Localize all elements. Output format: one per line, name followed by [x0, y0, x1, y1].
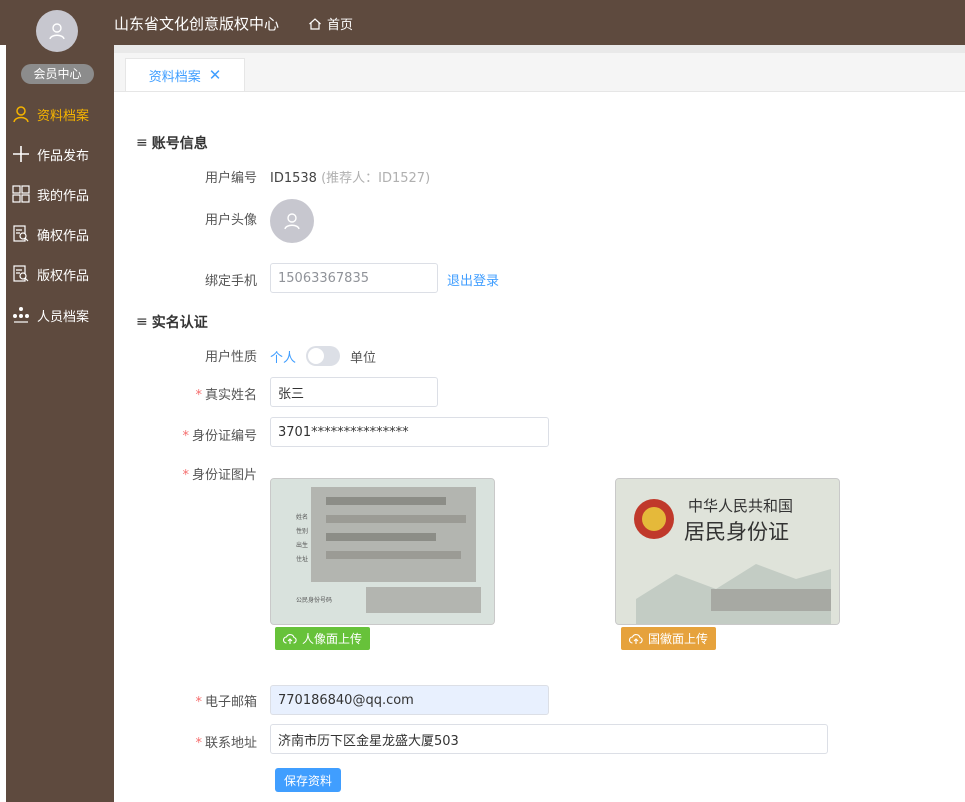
upload-back-button[interactable]: 国徽面上传 [621, 627, 717, 650]
section-account-title: ≡ 账号信息 [136, 135, 208, 152]
list-icon: ≡ [136, 314, 148, 330]
sidebar-item-personnel[interactable]: 人员档案 [12, 305, 89, 325]
avatar[interactable] [36, 10, 78, 52]
id-number-field[interactable]: 3701*************** [270, 417, 549, 447]
phone-label: 绑定手机 [204, 274, 257, 289]
card-back-subtitle: 居民身份证 [684, 520, 789, 544]
svg-text:住址: 住址 [296, 555, 308, 563]
org-chart-icon [13, 307, 29, 323]
sidebar-item-label: 版权作品 [37, 268, 90, 284]
svg-text:姓名: 姓名 [296, 513, 308, 521]
sidebar-item-copyright-works[interactable]: 版权作品 [12, 264, 89, 284]
user-type-toggle: 个人 单位 [270, 346, 376, 366]
sidebar-item-label: 资料档案 [37, 108, 90, 124]
email-label: * 电子邮箱 [195, 695, 257, 710]
type-company-option[interactable]: 单位 [350, 347, 376, 366]
referrer-text: (推荐人：ID1527) [321, 171, 431, 186]
plus-icon [13, 146, 29, 162]
avatar-label: 用户头像 [204, 213, 257, 228]
top-header: 山东省文化创意版权中心 首页 [0, 0, 965, 45]
svg-text:出生: 出生 [296, 541, 308, 549]
user-avatar-icon [49, 23, 65, 40]
address-label: * 联系地址 [195, 736, 257, 751]
id-card-front-image[interactable]: 姓名 性别 出生 住址 公民身份号码 [270, 478, 495, 625]
home-icon [309, 17, 321, 30]
user-avatar[interactable] [270, 199, 314, 243]
id-number-label: * 身份证编号 [182, 429, 257, 444]
svg-text:公民身份号码: 公民身份号码 [296, 596, 332, 604]
phone-field[interactable]: 15063367835 [270, 263, 438, 293]
sidebar-item-label: 作品发布 [37, 148, 90, 164]
sidebar-item-publish[interactable]: 作品发布 [12, 144, 89, 164]
svg-text:性别: 性别 [296, 527, 308, 535]
id-picture-label: * 身份证图片 [182, 468, 257, 483]
document-search-icon [13, 225, 29, 242]
sidebar: 会员中心 资料档案 作品发布 我的作品 确权作品 版权作品 人员档案 [6, 0, 114, 802]
type-personal-option[interactable]: 个人 [270, 347, 296, 366]
sidebar-item-confirmed-works[interactable]: 确权作品 [12, 224, 89, 244]
list-icon: ≡ [136, 135, 148, 151]
grid-icon [12, 185, 30, 203]
user-avatar-icon [284, 213, 300, 230]
real-name-field[interactable]: 张三 [270, 377, 438, 407]
home-label: 首页 [327, 18, 354, 33]
tab-label: 资料档案 [148, 69, 201, 85]
home-link[interactable]: 首页 [308, 14, 353, 33]
tab-bar: 资料档案 ✕ [114, 53, 965, 92]
sidebar-item-label: 确权作品 [37, 228, 90, 244]
address-field[interactable]: 济南市历下区金星龙盛大厦503 [270, 724, 828, 754]
profile-form: ≡ 账号信息 用户编号 ID1538 (推荐人：ID1527) 用户头像 绑定手… [114, 92, 965, 802]
logout-link[interactable]: 退出登录 [447, 270, 499, 289]
section-realname-title: ≡ 实名认证 [136, 314, 208, 331]
user-type-label: 用户性质 [204, 350, 257, 365]
tab-profile[interactable]: 资料档案 ✕ [125, 58, 245, 91]
id-card-back-image[interactable]: 中华人民共和国 居民身份证 [615, 478, 840, 625]
card-back-title: 中华人民共和国 [688, 498, 793, 515]
save-button[interactable]: 保存资料 [275, 768, 342, 792]
user-id-value: ID1538 (推荐人：ID1527) [270, 171, 431, 186]
email-field[interactable]: 770186840@qq.com [270, 685, 549, 715]
app-title: 山东省文化创意版权中心 [114, 15, 280, 33]
member-center-button[interactable]: 会员中心 [21, 64, 94, 84]
close-icon[interactable]: ✕ [209, 66, 222, 84]
upload-front-button[interactable]: 人像面上传 [275, 627, 371, 650]
sidebar-item-profile[interactable]: 资料档案 [12, 104, 89, 124]
user-id-label: 用户编号 [204, 171, 257, 186]
real-name-label: * 真实姓名 [195, 388, 257, 403]
header-divider [114, 45, 965, 53]
cloud-upload-icon [283, 633, 297, 644]
cloud-upload-icon [629, 633, 643, 644]
sidebar-item-my-works[interactable]: 我的作品 [12, 184, 89, 204]
sidebar-item-label: 人员档案 [37, 309, 90, 325]
user-type-switch[interactable] [306, 346, 341, 366]
sidebar-item-label: 我的作品 [37, 188, 90, 204]
user-icon [13, 106, 29, 123]
document-search-icon [13, 265, 29, 282]
